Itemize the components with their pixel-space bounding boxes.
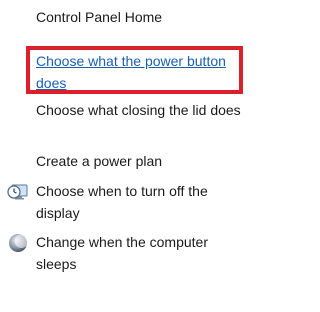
control-panel-task-pane: Control Panel Home Choose what the power… [0, 0, 255, 312]
control-panel-home-link[interactable]: Control Panel Home [36, 6, 246, 28]
choose-turn-off-display-link[interactable]: Choose when to turn off the display [36, 180, 246, 224]
clock-monitor-icon [7, 181, 29, 203]
change-computer-sleeps-link[interactable]: Change when the computer sleeps [36, 231, 246, 275]
choose-closing-lid-link[interactable]: Choose what closing the lid does [36, 99, 246, 121]
choose-power-button-link[interactable]: Choose what the power button does [36, 50, 246, 94]
moon-sleep-icon [7, 232, 29, 254]
create-power-plan-link[interactable]: Create a power plan [36, 150, 246, 172]
